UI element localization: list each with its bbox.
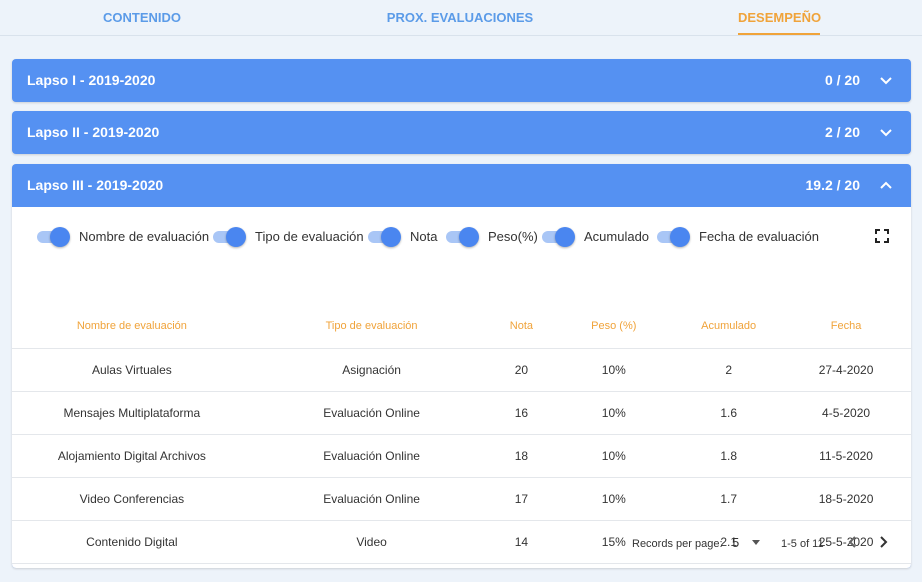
cell-acumulado: 1.7: [676, 477, 782, 521]
chevron-right-icon[interactable]: [875, 534, 891, 550]
header-nota[interactable]: Nota: [491, 305, 552, 349]
toggle-switch[interactable]: [446, 226, 480, 247]
lapso-title: Lapso II - 2019-2020: [27, 124, 160, 140]
cell-nota: 18: [491, 434, 552, 478]
tab-bar: CONTENIDO PROX. EVALUACIONES DESEMPEÑO: [0, 0, 922, 36]
toggle-switch[interactable]: [368, 226, 402, 247]
header-acumulado[interactable]: Acumulado: [676, 305, 782, 349]
tab-prox-evaluaciones-label: PROX. EVALUACIONES: [386, 10, 534, 25]
lapso-panel-2: Lapso II - 2019-2020 2 / 20: [12, 111, 911, 154]
toggle-label: Acumulado: [584, 228, 650, 244]
toggle-switch[interactable]: [37, 226, 71, 247]
evaluations-table: Nombre de evaluación Tipo de evaluación …: [12, 305, 911, 564]
cell-nota: 17: [491, 477, 552, 521]
header-peso[interactable]: Peso (%): [551, 305, 677, 349]
lapso-header-1[interactable]: Lapso I - 2019-2020 0 / 20: [12, 59, 911, 102]
switch-knob: [50, 227, 70, 247]
chevron-down-icon[interactable]: [879, 73, 893, 87]
toggle-acumulado[interactable]: Acumulado: [542, 225, 649, 247]
cell-acumulado: 1.8: [676, 434, 782, 478]
header-tipo[interactable]: Tipo de evaluación: [251, 305, 492, 349]
lapso-header-3[interactable]: Lapso III - 2019-2020 19.2 / 20: [12, 164, 911, 207]
lapso-panel-3: Lapso III - 2019-2020 19.2 / 20 Nombre d…: [12, 164, 911, 568]
header-nombre[interactable]: Nombre de evaluación: [12, 305, 252, 349]
records-per-page-label: Records per page:: [632, 538, 723, 550]
toggle-nota[interactable]: Nota: [368, 225, 437, 247]
toggle-label: Nombre de evaluación: [79, 228, 210, 244]
cell-fecha: 11-5-2020: [781, 434, 911, 478]
switch-knob: [555, 227, 575, 247]
fullscreen-icon[interactable]: [875, 229, 889, 243]
tab-desempeno[interactable]: DESEMPEÑO: [738, 0, 822, 36]
cell-peso: 10%: [551, 391, 677, 435]
toggle-nombre-evaluacion[interactable]: Nombre de evaluación: [37, 225, 209, 247]
pagination: Records per page: 5 1-5 of 11: [12, 527, 911, 557]
table-row: Mensajes Multiplataforma Evaluación Onli…: [12, 391, 911, 435]
active-tab-indicator: [738, 33, 820, 35]
toggle-switch[interactable]: [542, 226, 576, 247]
toggle-label: Fecha de evaluación: [699, 228, 819, 244]
tab-contenido-label: CONTENIDO: [103, 10, 181, 25]
toggle-tipo-evaluacion[interactable]: Tipo de evaluación: [213, 225, 364, 247]
cell-fecha: 4-5-2020: [781, 391, 911, 435]
lapso-score: 19.2 / 20: [805, 177, 861, 193]
toggle-peso[interactable]: Peso(%): [446, 225, 538, 247]
cell-fecha: 18-5-2020: [781, 477, 911, 521]
lapso-score: 0 / 20: [824, 72, 860, 88]
tab-prox-evaluaciones[interactable]: PROX. EVALUACIONES: [380, 0, 540, 36]
table-row: Aulas Virtuales Asignación 20 10% 2 27-4…: [12, 348, 911, 392]
caret-down-icon[interactable]: [752, 540, 760, 545]
lapso-title: Lapso III - 2019-2020: [27, 177, 164, 193]
cell-nota: 20: [491, 348, 552, 392]
cell-nota: 16: [491, 391, 552, 435]
tab-desempeno-label: DESEMPEÑO: [738, 10, 822, 25]
cell-tipo: Asignación: [251, 348, 492, 392]
cell-peso: 10%: [551, 348, 677, 392]
tab-contenido[interactable]: CONTENIDO: [92, 0, 192, 36]
toggle-fecha-evaluacion[interactable]: Fecha de evaluación: [657, 225, 819, 247]
chevron-left-icon[interactable]: [845, 534, 861, 550]
cell-tipo: Evaluación Online: [251, 434, 492, 478]
lapso-content-panel: Nombre de evaluación Tipo de evaluación …: [12, 207, 911, 568]
cell-nombre: Alojamiento Digital Archivos: [12, 434, 252, 478]
cell-acumulado: 1.6: [676, 391, 782, 435]
cell-nombre: Aulas Virtuales: [12, 348, 252, 392]
toggle-label: Nota: [410, 228, 438, 244]
toggle-label: Tipo de evaluación: [255, 228, 364, 244]
lapso-score: 2 / 20: [824, 124, 860, 140]
cell-fecha: 27-4-2020: [781, 348, 911, 392]
table-row: Alojamiento Digital Archivos Evaluación …: [12, 434, 911, 478]
records-per-page-select[interactable]: 5: [732, 535, 739, 550]
toggle-switch[interactable]: [213, 226, 247, 247]
lapso-panel-1: Lapso I - 2019-2020 0 / 20: [12, 59, 911, 102]
switch-knob: [459, 227, 479, 247]
cell-acumulado: 2: [676, 348, 782, 392]
cell-tipo: Evaluación Online: [251, 391, 492, 435]
cell-peso: 10%: [551, 477, 677, 521]
table-row: Video Conferencias Evaluación Online 17 …: [12, 477, 911, 521]
lapso-title: Lapso I - 2019-2020: [27, 72, 156, 88]
chevron-down-icon[interactable]: [879, 125, 893, 139]
toggle-label: Peso(%): [488, 228, 538, 244]
toggle-switch[interactable]: [657, 226, 691, 247]
page-range: 1-5 of 11: [781, 538, 824, 550]
cell-nombre: Video Conferencias: [12, 477, 252, 521]
switch-knob: [381, 227, 401, 247]
cell-peso: 10%: [551, 434, 677, 478]
switch-knob: [670, 227, 690, 247]
chevron-up-icon[interactable]: [879, 178, 893, 192]
cell-nombre: Mensajes Multiplataforma: [12, 391, 252, 435]
lapso-header-2[interactable]: Lapso II - 2019-2020 2 / 20: [12, 111, 911, 154]
cell-tipo: Evaluación Online: [251, 477, 492, 521]
header-fecha[interactable]: Fecha: [781, 305, 911, 349]
table-header-row: Nombre de evaluación Tipo de evaluación …: [12, 305, 911, 349]
switch-knob: [226, 227, 246, 247]
